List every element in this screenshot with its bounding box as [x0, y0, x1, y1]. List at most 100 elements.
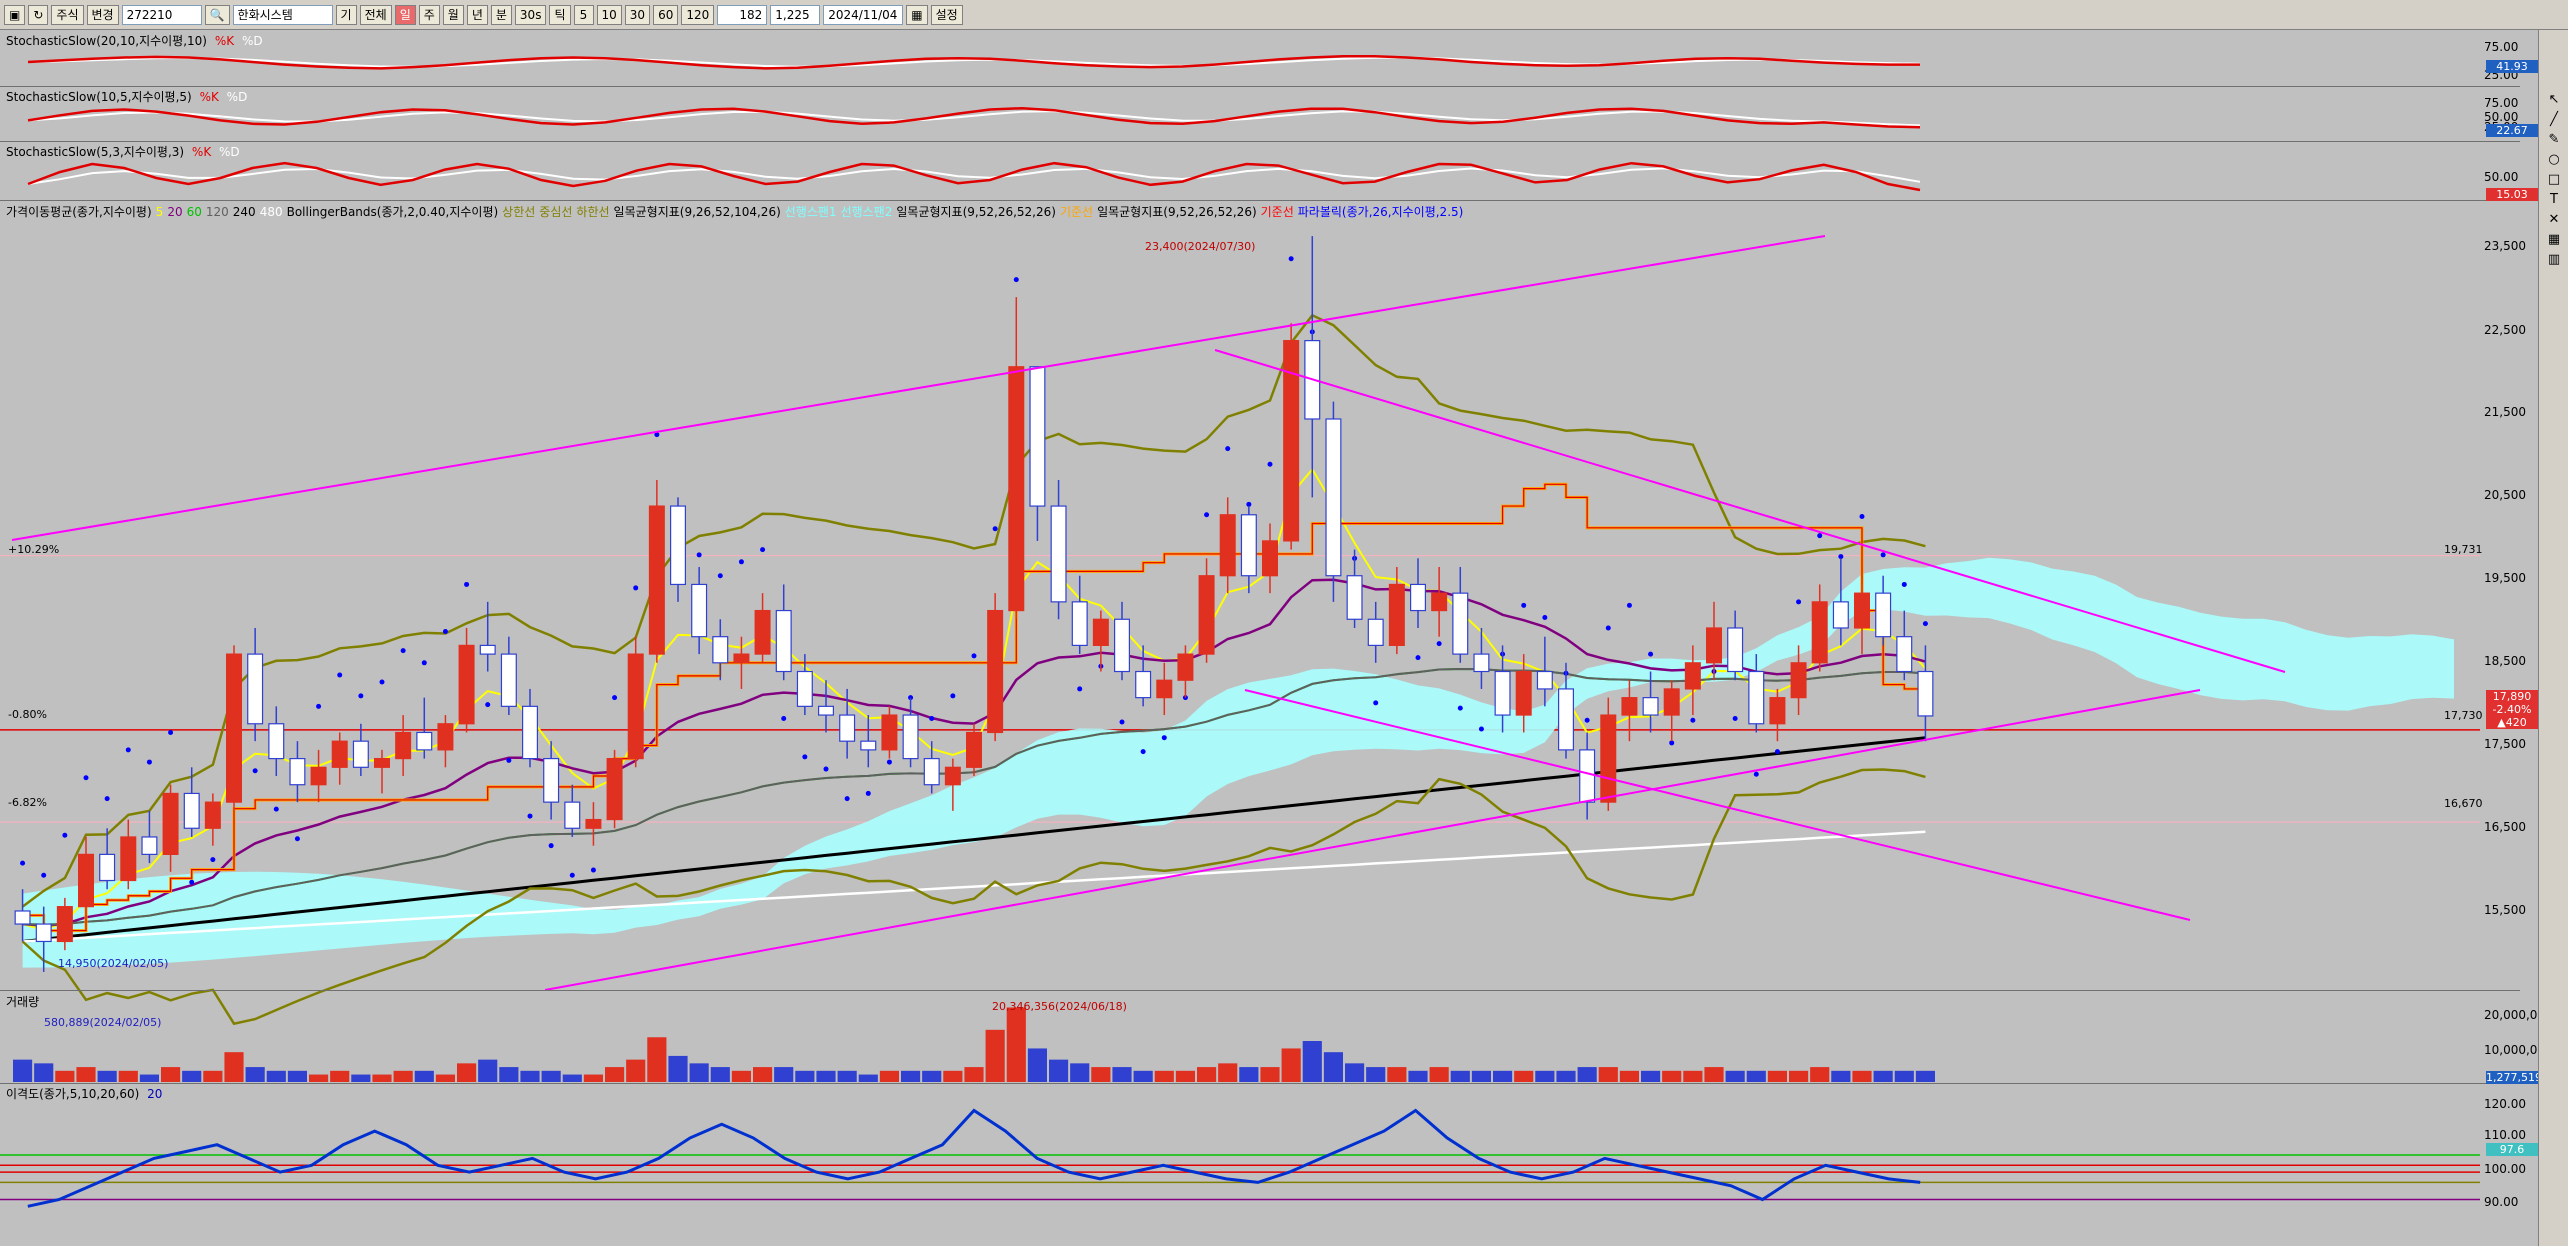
line-icon[interactable]: ╱ — [2539, 110, 2568, 130]
parabolic-dot — [379, 679, 385, 685]
square-icon[interactable]: □ — [2539, 170, 2568, 190]
candle-body — [521, 705, 538, 760]
stoch2-legend[interactable]: StochasticSlow(10,5,지수이평,5) %K %D — [6, 88, 251, 105]
price-value-tag: 17,890 -2.40% ▲420 — [2486, 690, 2538, 729]
candle-body — [691, 583, 708, 638]
volume-legend[interactable]: 거래량 — [6, 993, 43, 1010]
volume-bar — [457, 1063, 477, 1082]
disparity-tick: 100.00 — [2484, 1162, 2526, 1176]
chart-icon[interactable]: ▥ — [2539, 250, 2568, 270]
parabolic-dot — [1542, 615, 1548, 621]
candle-body — [204, 801, 221, 829]
parabolic-dot — [41, 872, 47, 878]
candle-body — [1135, 670, 1152, 699]
candle-body — [395, 731, 412, 760]
disparity-tick: 110.00 — [2484, 1128, 2526, 1142]
grid-icon[interactable]: ▦ — [2539, 230, 2568, 250]
candle-body — [1071, 601, 1088, 646]
price-legend-item: 120 — [205, 205, 229, 219]
stoch3-legend[interactable]: StochasticSlow(5,3,지수이평,3) %K %D — [6, 143, 244, 160]
candle-body — [141, 836, 158, 855]
price-tick: 20,500 — [2484, 488, 2526, 502]
volume-bar — [1725, 1070, 1745, 1082]
parabolic-dot — [252, 768, 258, 774]
volume-bar — [1894, 1070, 1914, 1082]
parabolic-dot — [590, 867, 596, 873]
disparity-line — [27, 1108, 1921, 1208]
candle-body — [183, 792, 200, 829]
volume-bar — [1027, 1048, 1047, 1082]
price-legend-item: 480 — [259, 205, 283, 219]
volume-bar — [541, 1070, 561, 1082]
candle-body — [56, 906, 73, 943]
parabolic-dot — [506, 757, 512, 763]
volume-bar — [1556, 1070, 1576, 1082]
volume-bar — [1789, 1070, 1809, 1082]
candle-body — [1917, 670, 1934, 717]
parabolic-dot — [1140, 749, 1146, 755]
stoch2-k-label: %K — [199, 90, 219, 104]
candle-body — [1790, 662, 1807, 699]
parabolic-dot — [337, 672, 343, 678]
volume-bar — [1345, 1063, 1365, 1082]
arrow-icon[interactable]: ↖ — [2539, 90, 2568, 110]
candle-body — [1388, 583, 1405, 646]
candle-body — [1663, 688, 1680, 716]
stoch1-d-label: %D — [241, 34, 263, 48]
candle-body — [1748, 670, 1765, 725]
stoch-k-line — [27, 54, 1920, 70]
parabolic-dot — [189, 879, 195, 885]
candle-body — [1684, 662, 1701, 690]
stoch1-label: StochasticSlow(20,10,지수이평,10) — [6, 34, 207, 48]
parabolic-dot — [1373, 700, 1379, 706]
chart-canvas[interactable] — [0, 0, 2568, 1246]
volume-bar — [1915, 1070, 1935, 1082]
candle-body — [1431, 592, 1448, 612]
parabolic-dot — [781, 716, 787, 722]
volume-bar — [182, 1070, 202, 1082]
volume-bar — [1006, 1007, 1026, 1082]
parabolic-dot — [696, 552, 702, 558]
parabolic-dot — [1880, 552, 1886, 558]
volume-bar — [414, 1070, 434, 1082]
parabolic-dot — [442, 628, 448, 634]
volume-bar — [753, 1067, 773, 1082]
baseline-orange — [22, 482, 1926, 933]
pencil-icon[interactable]: ✎ — [2539, 130, 2568, 150]
trend-line — [11, 235, 1826, 541]
candle-body — [416, 731, 433, 751]
candle-body — [627, 653, 644, 760]
disparity-legend[interactable]: 이격도(종가,5,10,20,60) 20 — [6, 1085, 166, 1102]
price-tick: 18,500 — [2484, 654, 2526, 668]
parabolic-dot — [633, 585, 639, 591]
stoch1-legend[interactable]: StochasticSlow(20,10,지수이평,10) %K %D — [6, 32, 267, 49]
volume-bar — [393, 1070, 413, 1082]
text-icon[interactable]: T — [2539, 190, 2568, 210]
parabolic-dot — [210, 857, 216, 863]
candle-body — [817, 705, 834, 716]
volume-bar — [1281, 1048, 1301, 1082]
parabolic-dot — [1225, 446, 1231, 452]
stoch3-d-label: %D — [219, 145, 240, 159]
parabolic-dot — [1267, 461, 1273, 467]
candle-body — [352, 740, 369, 768]
parabolic-dot — [612, 695, 618, 701]
candle-body — [1261, 540, 1278, 577]
parabolic-dot — [294, 836, 300, 842]
candle-body — [1769, 697, 1786, 725]
volume-bar — [499, 1067, 519, 1082]
volume-bar — [985, 1029, 1005, 1082]
cross-icon[interactable]: ✕ — [2539, 210, 2568, 230]
volume-bar — [647, 1037, 667, 1082]
pct-low-label: -6.82% — [8, 796, 47, 809]
baseline-red — [22, 483, 1926, 932]
volume-bar — [1450, 1070, 1470, 1082]
volume-bar — [435, 1074, 455, 1082]
price-legend[interactable]: 가격이동평균(종가,지수이평) 5 20 60 120 240 480 BollingerBa… — [6, 203, 1467, 220]
circle-icon[interactable]: ○ — [2539, 150, 2568, 170]
volume-bar — [1197, 1067, 1217, 1082]
stoch3-k-label: %K — [191, 145, 212, 159]
parabolic-dot — [1774, 749, 1780, 755]
candle-body — [226, 653, 243, 803]
parabolic-dot — [1521, 602, 1527, 608]
